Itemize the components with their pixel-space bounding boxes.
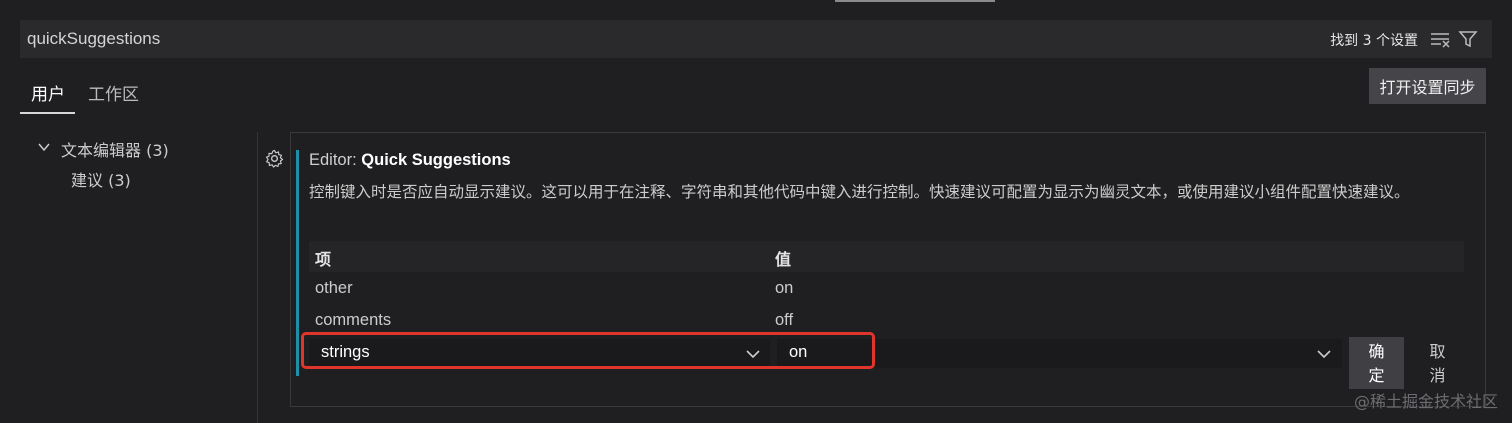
- filter-icon[interactable]: [1458, 29, 1478, 49]
- search-result-count: 找到 3 个设置: [1330, 33, 1418, 49]
- chevron-down-icon: [1317, 350, 1331, 359]
- toc-suggestions[interactable]: 建议 (3): [71, 167, 131, 191]
- setting-name: Quick Suggestions: [361, 151, 511, 169]
- tab-workspace[interactable]: 工作区: [88, 80, 139, 105]
- row-key: comments: [315, 311, 392, 329]
- ok-button[interactable]: 确 定: [1349, 337, 1404, 389]
- highlight-annotation: [301, 332, 875, 369]
- table-header: [309, 241, 1464, 272]
- toc-separator: [257, 132, 258, 423]
- setting-description: 控制键入时是否应自动显示建议。这可以用于在注释、字符串和其他代码中键入进行控制。…: [309, 183, 1410, 201]
- row-value: off: [775, 311, 794, 329]
- table-row[interactable]: [309, 273, 1464, 305]
- row-value: on: [775, 279, 794, 297]
- editor-tab-indicator: [835, 0, 995, 2]
- setting-category: Editor:: [309, 151, 362, 169]
- settings-search-input[interactable]: [27, 26, 1027, 52]
- row-key: other: [315, 279, 353, 297]
- tab-user[interactable]: 用户: [31, 80, 65, 105]
- column-header-item: 项: [315, 250, 332, 269]
- active-tab-underline: [20, 112, 75, 114]
- toc-text-editor[interactable]: 文本编辑器 (3): [61, 137, 169, 161]
- settings-search-bar: 找到 3 个设置: [20, 20, 1492, 58]
- clear-filter-icon[interactable]: [1430, 30, 1450, 48]
- cancel-button[interactable]: 取 消: [1410, 337, 1465, 389]
- turn-on-settings-sync-button[interactable]: 打开设置同步: [1369, 68, 1486, 104]
- column-header-value: 值: [775, 250, 792, 269]
- setting-title: Editor: Quick Suggestions: [309, 151, 511, 170]
- watermark: @稀土掘金技术社区: [1353, 392, 1498, 411]
- gear-icon[interactable]: [265, 149, 284, 168]
- setting-focus-indicator: [296, 150, 299, 376]
- chevron-down-icon[interactable]: [37, 140, 51, 154]
